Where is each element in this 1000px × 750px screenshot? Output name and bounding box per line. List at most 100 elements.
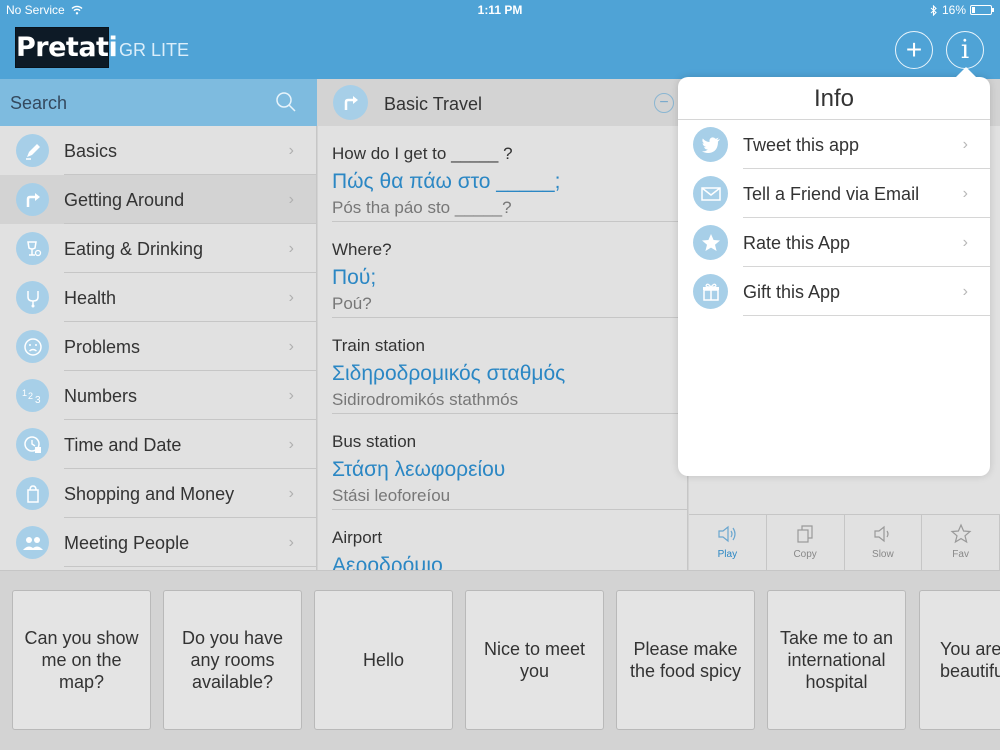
search-icon: [276, 92, 296, 112]
popover-item-label: Rate this App: [743, 233, 851, 253]
star-icon: [693, 225, 728, 260]
rate-app-item[interactable]: Rate this App ›: [678, 218, 990, 267]
copy-button[interactable]: Copy: [767, 515, 845, 570]
sidebar-item-time-date[interactable]: Time and Date ›: [0, 420, 316, 469]
action-bar: Play Copy Slow Fav: [689, 514, 1000, 570]
quick-phrase-card[interactable]: Please make the food spicy: [616, 590, 755, 730]
category-header: Basic Travel −: [318, 79, 688, 126]
quick-phrase-card[interactable]: You are beautiful: [919, 590, 1000, 730]
stethoscope-icon: [16, 281, 49, 314]
sidebar-item-label: Meeting People: [64, 533, 190, 553]
action-label: Play: [717, 549, 738, 560]
slow-button[interactable]: Slow: [845, 515, 923, 570]
chevron-right-icon: ›: [288, 485, 294, 502]
chevron-right-icon: ›: [962, 283, 968, 300]
popover-item-label: Tell a Friend via Email: [743, 184, 920, 204]
app-header: No Service 1:11 PM 16% Pretati GR LITE +…: [0, 0, 1000, 79]
phrase-greek: Αεροδρόμιο: [332, 554, 443, 570]
action-label: Slow: [872, 549, 894, 560]
svg-text:2: 2: [28, 391, 33, 401]
star-icon: [922, 523, 999, 545]
gift-app-item[interactable]: Gift this App ›: [678, 267, 990, 316]
sidebar-item-eating-drinking[interactable]: Eating & Drinking ›: [0, 224, 316, 273]
sidebar-item-label: Numbers: [64, 386, 138, 406]
quick-phrase-card[interactable]: Hello: [314, 590, 453, 730]
collapse-button[interactable]: −: [654, 93, 674, 113]
sidebar-item-shopping-money[interactable]: Shopping and Money ›: [0, 469, 316, 518]
list-item[interactable]: Train station Σιδηροδρομικός σταθμός Sid…: [318, 318, 687, 414]
list-item[interactable]: Where? Πού; Poú?: [318, 222, 687, 318]
chevron-right-icon: ›: [962, 136, 968, 153]
battery-status: 16%: [930, 3, 994, 17]
quick-phrase-card[interactable]: Can you show me on the map?: [12, 590, 151, 730]
quick-phrase-card[interactable]: Take me to an international hospital: [767, 590, 906, 730]
sidebar-item-numbers[interactable]: 123 Numbers ›: [0, 371, 316, 420]
sidebar-item-label: Problems: [64, 337, 141, 357]
quick-phrase-strip: Can you show me on the map? Do you have …: [0, 570, 1000, 750]
phrase-greek: Στάση λεωφορείου: [332, 458, 506, 481]
search-bar[interactable]: Search: [0, 79, 317, 126]
phrase-greek: Πώς θα πάω στο _____;: [332, 170, 561, 193]
info-popover: Info Tweet this app › Tell a Friend via …: [678, 67, 990, 476]
chevron-right-icon: ›: [288, 142, 294, 159]
svg-text:3: 3: [35, 395, 41, 406]
email-friend-item[interactable]: Tell a Friend via Email ›: [678, 169, 990, 218]
turn-arrow-icon: [333, 85, 368, 120]
phrase-english: How do I get to _____ ?: [332, 144, 513, 163]
info-button[interactable]: i: [946, 31, 984, 69]
glass-icon: [16, 232, 49, 265]
turn-arrow-icon: [16, 183, 49, 216]
twitter-icon: [693, 127, 728, 162]
chevron-right-icon: ›: [288, 436, 294, 453]
phrase-greek: Πού;: [332, 266, 377, 289]
clock: 1:11 PM: [477, 3, 523, 17]
numbers-icon: 123: [16, 379, 49, 412]
plus-icon: +: [905, 34, 923, 65]
quick-phrase-card[interactable]: Do you have any rooms available?: [163, 590, 302, 730]
divider: [64, 566, 316, 567]
list-item[interactable]: How do I get to _____ ? Πώς θα πάω στο _…: [318, 126, 687, 222]
battery-percent: 16%: [941, 3, 966, 17]
chevron-right-icon: ›: [288, 191, 294, 208]
app-subtitle: GR LITE: [119, 40, 190, 60]
popover-title: Info: [678, 77, 990, 120]
status-bar: No Service 1:11 PM 16%: [0, 0, 1000, 20]
phrase-english: Airport: [332, 528, 383, 547]
sidebar-item-problems[interactable]: Problems ›: [0, 322, 316, 371]
sidebar-item-label: Getting Around: [64, 190, 185, 210]
chevron-right-icon: ›: [288, 387, 294, 404]
people-icon: [16, 526, 49, 559]
pencil-icon: [16, 134, 49, 167]
sidebar-item-basics[interactable]: Basics ›: [0, 126, 316, 175]
action-label: Copy: [793, 549, 817, 560]
list-item[interactable]: Airport Αεροδρόμιο: [318, 510, 687, 570]
sidebar-item-label: Shopping and Money: [64, 484, 235, 504]
phrase-english: Bus station: [332, 432, 417, 451]
sidebar-item-label: Eating & Drinking: [64, 239, 204, 259]
popover-item-label: Gift this App: [743, 282, 841, 302]
chevron-right-icon: ›: [288, 240, 294, 257]
category-sidebar: Basics › Getting Around › Eating & Drink…: [0, 126, 317, 570]
battery-icon: [970, 5, 994, 15]
sad-face-icon: [16, 330, 49, 363]
chevron-right-icon: ›: [288, 338, 294, 355]
chevron-right-icon: ›: [962, 234, 968, 251]
sidebar-item-health[interactable]: Health ›: [0, 273, 316, 322]
sidebar-item-getting-around[interactable]: Getting Around ›: [0, 175, 316, 224]
quick-phrase-card[interactable]: Nice to meet you: [465, 590, 604, 730]
envelope-icon: [693, 176, 728, 211]
add-button[interactable]: +: [895, 31, 933, 69]
speaker-icon: [689, 523, 766, 545]
fav-button[interactable]: Fav: [922, 515, 1000, 570]
search-input[interactable]: Search: [10, 93, 67, 114]
tweet-app-item[interactable]: Tweet this app ›: [678, 120, 990, 169]
phrase-greek: Σιδηροδρομικός σταθμός: [332, 362, 566, 385]
speaker-slow-icon: [845, 523, 922, 545]
list-item[interactable]: Bus station Στάση λεωφορείου Stási leofo…: [318, 414, 687, 510]
sidebar-item-label: Time and Date: [64, 435, 182, 455]
sidebar-item-meeting-people[interactable]: Meeting People ›: [0, 518, 316, 567]
chevron-right-icon: ›: [288, 534, 294, 551]
action-label: Fav: [952, 549, 969, 560]
play-button[interactable]: Play: [689, 515, 767, 570]
sidebar-item-label: Health: [64, 288, 117, 308]
